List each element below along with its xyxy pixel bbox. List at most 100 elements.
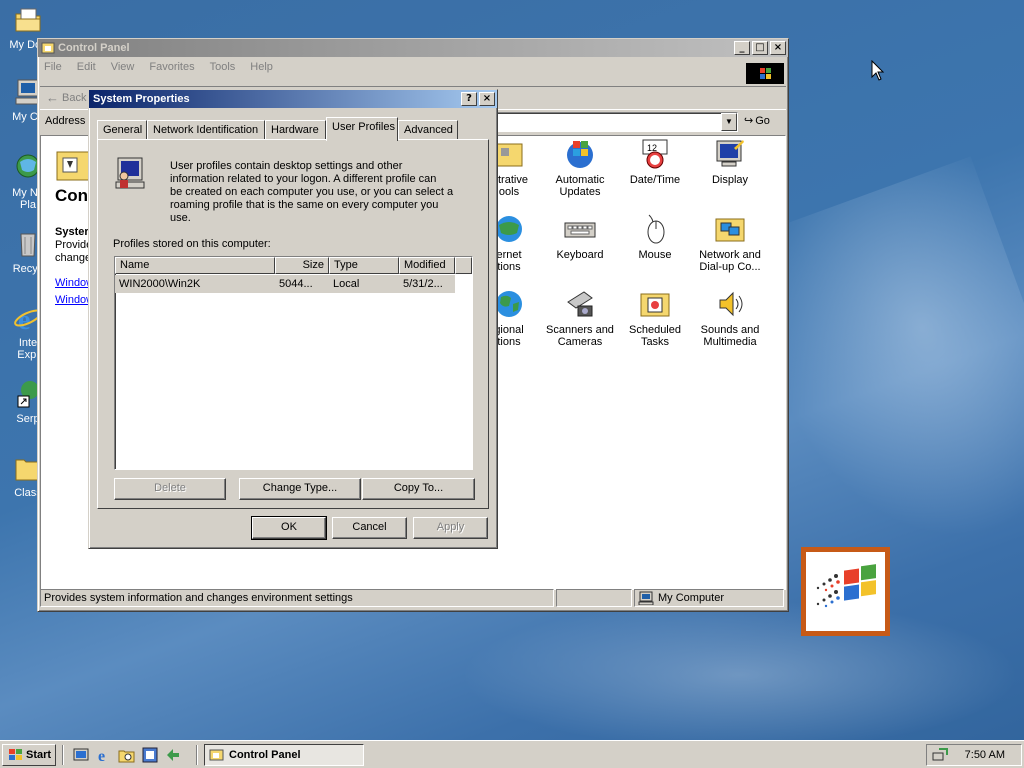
go-arrow-icon: ↪ (744, 115, 754, 127)
scheduled-tasks-icon (639, 288, 671, 320)
pane-description-line2: change (55, 252, 92, 264)
window-title: Control Panel (58, 42, 130, 54)
list-header: Name Size Type Modified (115, 257, 472, 274)
cp-item-label-line2: Multimedia (703, 336, 757, 348)
cell-name: WIN2000\Win2K (119, 278, 201, 290)
cp-item-label: Keyboard (556, 249, 604, 261)
delete-button[interactable]: Delete (114, 478, 226, 500)
control-panel-icon (209, 749, 224, 761)
tab-user-profiles[interactable]: User Profiles (326, 117, 398, 141)
profiles-description: User profiles contain desktop settings a… (170, 160, 475, 225)
cp-item-keyboard[interactable]: Keyboard (540, 213, 620, 261)
cp-item-label-line2: Tasks (640, 336, 670, 348)
cp-item-scheduled-tasks[interactable]: Scheduled Tasks (615, 288, 695, 348)
taskbar-separator (196, 745, 198, 765)
description-line: use. (170, 212, 191, 224)
cp-item-automatic-updates[interactable]: Automatic Updates (540, 138, 620, 198)
tab-general[interactable]: General (97, 120, 147, 140)
menu-edit[interactable]: Edit (77, 61, 96, 73)
windows-start-icon (9, 749, 22, 760)
address-label: Address (45, 115, 86, 127)
taskbar: Start e Control Panel 7:50 AM (0, 740, 1024, 768)
pane-system-heading: Syster (55, 226, 89, 238)
column-header-modified[interactable]: Modified (399, 257, 455, 274)
display-icon (714, 138, 746, 170)
cell-type: Local (333, 278, 360, 290)
cp-item-label-line2: Cameras (557, 336, 603, 348)
menu-tools[interactable]: Tools (210, 61, 236, 73)
tab-hardware[interactable]: Hardware (265, 120, 326, 140)
svg-text:e: e (18, 305, 30, 334)
go-button[interactable]: ↪ Go (744, 114, 770, 128)
column-header-name[interactable]: Name (115, 257, 275, 274)
network-tray-icon[interactable] (931, 747, 949, 763)
maximize-button[interactable]: □ (752, 41, 768, 55)
cp-item-network-dialup[interactable]: Network and Dial-up Co... (690, 213, 770, 273)
tab-network-identification[interactable]: Network Identification (147, 120, 265, 140)
ok-button[interactable]: OK (251, 516, 327, 540)
show-desktop-icon[interactable] (72, 746, 90, 764)
cp-item-label: Scheduled (629, 324, 681, 336)
description-line: information related to your logon. A dif… (170, 173, 437, 185)
cp-item-label: Mouse (638, 249, 672, 261)
column-header-size[interactable]: Size (275, 257, 329, 274)
cp-item-label: Date/Time (629, 174, 681, 186)
minimize-button[interactable]: _ (734, 41, 750, 55)
cell-size: 5044... (279, 278, 313, 290)
apply-button[interactable]: Apply (413, 517, 488, 539)
system-properties-titlebar[interactable]: System Properties ? × (89, 90, 497, 108)
dialog-title: System Properties (93, 93, 190, 105)
menu-view[interactable]: View (111, 61, 135, 73)
menu-help[interactable]: Help (250, 61, 273, 73)
scanner-camera-icon (564, 288, 596, 320)
taskbar-button-label: Control Panel (229, 749, 301, 761)
change-type-button[interactable]: Change Type... (239, 478, 361, 500)
table-row[interactable]: WIN2000\Win2K 5044... Local 5/31/2... (115, 275, 455, 293)
tab-advanced[interactable]: Advanced (398, 120, 458, 140)
cp-item-date-time[interactable]: 12 Date/Time (615, 138, 695, 186)
network-dialup-icon (714, 213, 746, 245)
back-button[interactable]: ← Back (46, 90, 86, 105)
column-header-type[interactable]: Type (329, 257, 399, 274)
cp-item-display[interactable]: Display (690, 138, 770, 186)
cp-item-label: Sounds and (700, 324, 760, 336)
start-label: Start (26, 749, 52, 761)
close-button[interactable]: × (770, 41, 786, 55)
app-shortcut-icon[interactable] (141, 746, 159, 764)
windows-logo-widget (801, 547, 890, 636)
menu-favorites[interactable]: Favorites (149, 61, 194, 73)
status-cell-empty (556, 589, 632, 607)
cp-item-sounds-multimedia[interactable]: Sounds and Multimedia (690, 288, 770, 348)
help-button[interactable]: ? (461, 92, 477, 106)
clock[interactable]: 7:50 AM (965, 749, 1005, 761)
user-profiles-panel: User profiles contain desktop settings a… (97, 139, 489, 509)
cp-item-label: Scanners and (546, 324, 614, 336)
svg-text:12: 12 (647, 143, 657, 153)
sounds-multimedia-icon (714, 288, 746, 320)
cancel-button[interactable]: Cancel (332, 517, 407, 539)
start-button[interactable]: Start (2, 744, 56, 766)
status-zone: My Computer (634, 589, 784, 607)
taskbar-button-control-panel[interactable]: Control Panel (204, 744, 364, 766)
menu-file[interactable]: File (44, 61, 62, 73)
cp-item-scanners-cameras[interactable]: Scanners and Cameras (540, 288, 620, 348)
address-dropdown-button[interactable]: ▼ (721, 113, 737, 131)
svg-text:e: e (98, 748, 105, 764)
copy-to-button[interactable]: Copy To... (362, 478, 475, 500)
taskbar-separator (62, 745, 64, 765)
status-bar: Provides system information and changes … (40, 589, 786, 609)
internet-explorer-icon[interactable]: e (95, 746, 113, 765)
profiles-stored-label: Profiles stored on this computer: (113, 238, 271, 250)
close-button[interactable]: × (479, 92, 495, 106)
cell-modified: 5/31/2... (403, 278, 443, 290)
control-panel-titlebar[interactable]: Control Panel _ □ × (38, 39, 788, 57)
cp-item-label: Automatic (555, 174, 605, 186)
explorer-icon[interactable] (118, 746, 136, 764)
description-line: be created on each computer you use, or … (170, 186, 454, 198)
cp-item-mouse[interactable]: Mouse (615, 213, 695, 261)
cp-item-label: Display (711, 174, 749, 186)
green-arrow-icon[interactable] (164, 746, 182, 764)
profiles-list[interactable]: Name Size Type Modified WIN2000\Win2K 50… (114, 256, 473, 470)
system-properties-dialog: System Properties ? × General Network Id… (88, 89, 498, 549)
cp-item-label-line2: Updates (559, 186, 601, 198)
